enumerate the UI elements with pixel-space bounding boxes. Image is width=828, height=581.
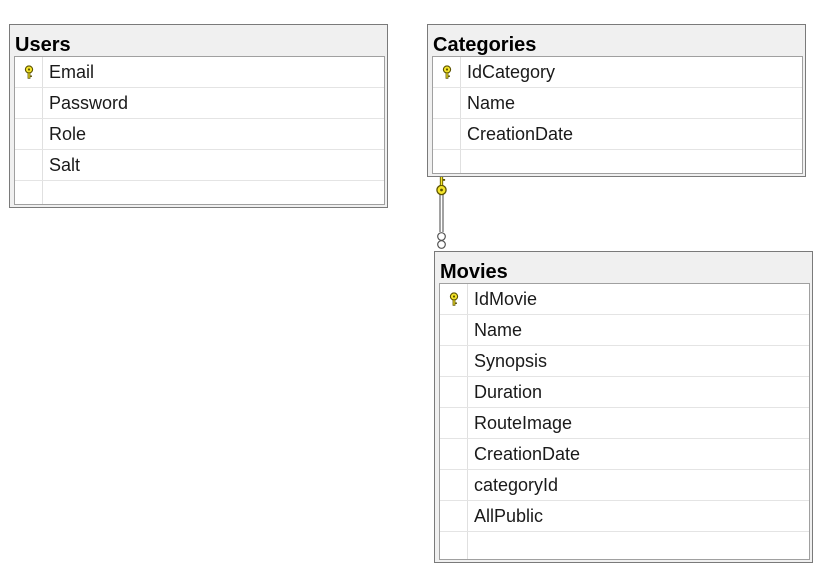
column-name: Role [49,124,87,144]
column-name: RouteImage [474,413,573,433]
column-name: AllPublic [474,506,544,526]
column-row-password[interactable]: Password [15,88,384,119]
column-row-duration[interactable]: Duration [440,377,809,408]
column-name: Duration [474,382,543,402]
movies-column-grid: IdMovie Name Synopsis Duration RouteImag… [439,283,810,560]
column-row-categoryid[interactable]: categoryId [440,470,809,501]
column-row-idmovie[interactable]: IdMovie [440,284,809,315]
column-row-allpublic[interactable]: AllPublic [440,501,809,532]
movies-table-title: Movies [440,261,508,283]
users-table-title: Users [15,34,71,56]
key-icon [449,292,459,306]
column-row-role[interactable]: Role [15,119,384,150]
categories-table-title: Categories [433,34,537,56]
column-name: Salt [49,155,81,175]
categories-column-grid: IdCategory Name CreationDate [432,56,803,174]
categories-table[interactable]: Categories IdCategory Name CreationDate [427,24,806,177]
relationship-key-icon [436,175,447,196]
column-row-creationdate[interactable]: CreationDate [440,439,809,470]
users-table[interactable]: Users Email Password Role Salt [9,24,388,208]
column-row-idcategory[interactable]: IdCategory [433,57,802,88]
key-icon [442,65,452,79]
column-row-name[interactable]: Name [433,88,802,119]
column-row-salt[interactable]: Salt [15,150,384,181]
column-row-creationdate[interactable]: CreationDate [433,119,802,150]
column-name: Name [474,320,523,340]
column-name: categoryId [474,475,559,495]
users-column-grid: Email Password Role Salt [14,56,385,205]
column-row-email[interactable]: Email [15,57,384,88]
column-name: IdMovie [474,289,538,309]
column-row-name[interactable]: Name [440,315,809,346]
key-icon [24,65,34,79]
column-name: CreationDate [474,444,581,464]
column-name: Password [49,93,129,113]
column-name: CreationDate [467,124,574,144]
column-name: Synopsis [474,351,548,371]
column-row-synopsis[interactable]: Synopsis [440,346,809,377]
column-name: Email [49,62,95,82]
column-row-routeimage[interactable]: RouteImage [440,408,809,439]
movies-table[interactable]: Movies IdMovie Name Synopsis Duration Ro… [434,251,813,563]
column-name: Name [467,93,516,113]
relationship-infinity-icon [437,232,446,249]
column-name: IdCategory [467,62,556,82]
